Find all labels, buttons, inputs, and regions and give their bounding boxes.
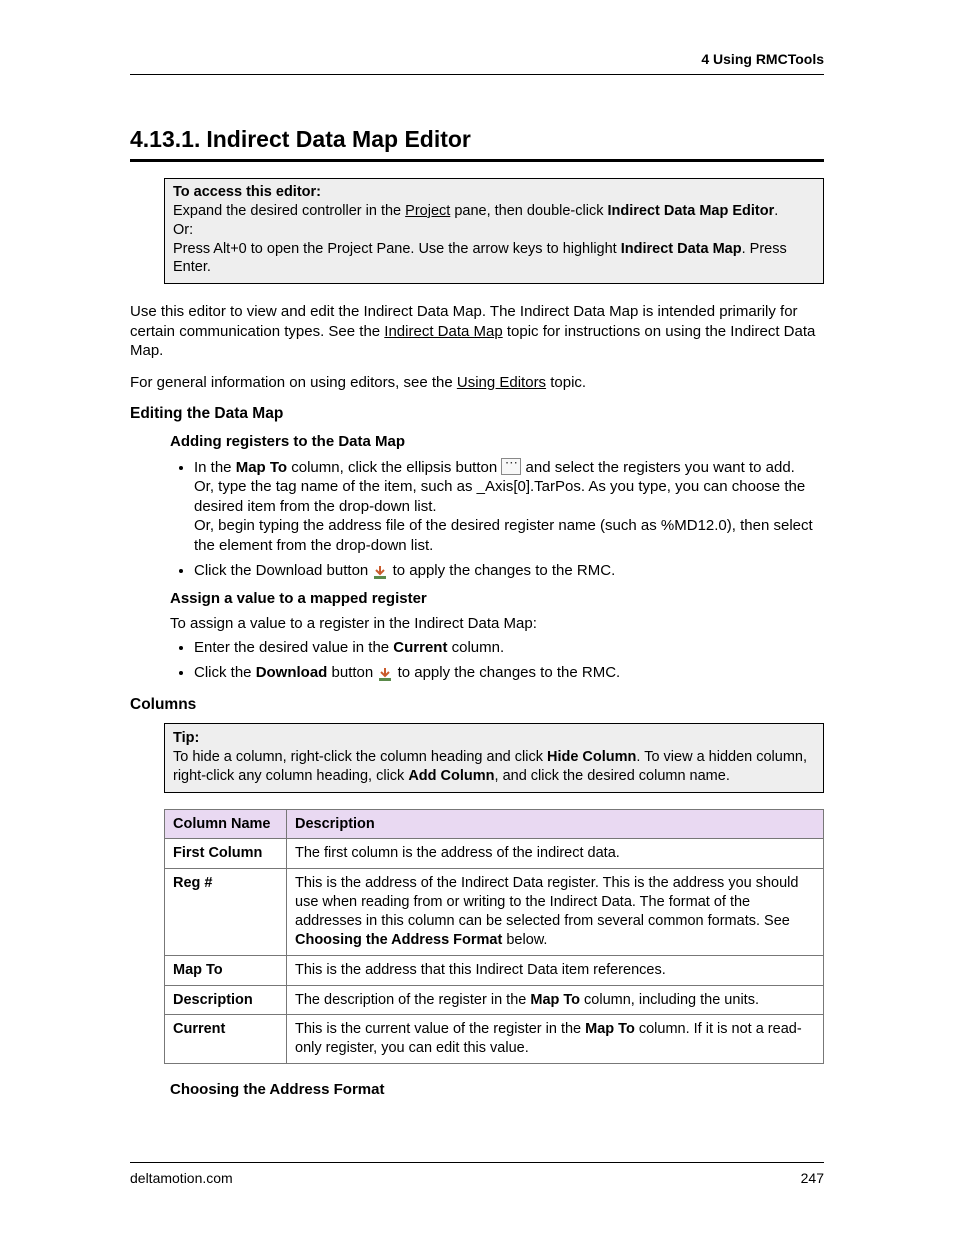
table-row: Map To This is the address that this Ind… bbox=[165, 955, 824, 985]
intro-p2-post: topic. bbox=[546, 374, 586, 391]
desc-bold: Choosing the Address Format bbox=[295, 932, 502, 948]
access-line1-mid: pane, then double-click bbox=[450, 203, 607, 219]
intro-para-2: For general information on using editors… bbox=[130, 373, 824, 393]
list-item: Click the Download button to apply the c… bbox=[194, 561, 824, 581]
desc-pre: This is the address of the Indirect Data… bbox=[295, 875, 798, 929]
desc-pre: The first column is the address of the i… bbox=[295, 845, 620, 861]
tip-1: To hide a column, right-click the column… bbox=[173, 749, 547, 765]
download-icon bbox=[377, 667, 393, 683]
col-desc: This is the address of the Indirect Data… bbox=[287, 869, 824, 955]
li1-pre: In the bbox=[194, 459, 236, 476]
col-name: Description bbox=[165, 985, 287, 1015]
th-description: Description bbox=[287, 809, 824, 839]
li2-pre: Click the Download button bbox=[194, 562, 372, 579]
table-row: Current This is the current value of the… bbox=[165, 1015, 824, 1064]
running-header: 4 Using RMCTools bbox=[130, 50, 824, 75]
tip-b2: Add Column bbox=[408, 768, 494, 784]
access-line1-bold: Indirect Data Map Editor bbox=[607, 203, 774, 219]
project-link[interactable]: Project bbox=[405, 203, 450, 219]
col-name: Reg # bbox=[165, 869, 287, 955]
li3-post: column. bbox=[447, 639, 504, 656]
access-line2-bold: Indirect Data Map bbox=[621, 241, 742, 257]
li4-bold: Download bbox=[256, 664, 328, 681]
li3-bold: Current bbox=[393, 639, 447, 656]
ellipsis-icon bbox=[501, 458, 521, 475]
li1-or1: Or, type the tag name of the item, such … bbox=[194, 478, 805, 515]
intro-p2-pre: For general information on using editors… bbox=[130, 374, 457, 391]
col-name: Map To bbox=[165, 955, 287, 985]
li4-pre: Click the bbox=[194, 664, 256, 681]
adding-registers-heading: Adding registers to the Data Map bbox=[170, 432, 824, 452]
download-icon bbox=[372, 565, 388, 581]
access-line1-pre: Expand the desired controller in the bbox=[173, 203, 405, 219]
access-line2-pre: Press Alt+0 to open the Project Pane. Us… bbox=[173, 241, 621, 257]
page-title: 4.13.1.Indirect Data Map Editor bbox=[130, 125, 824, 162]
li1-post: and select the registers you want to add… bbox=[521, 459, 795, 476]
choosing-address-format-heading: Choosing the Address Format bbox=[170, 1080, 824, 1100]
li1-bold: Map To bbox=[236, 459, 287, 476]
col-name: First Column bbox=[165, 839, 287, 869]
access-box: To access this editor: Expand the desire… bbox=[164, 178, 824, 284]
li3-pre: Enter the desired value in the bbox=[194, 639, 393, 656]
assign-intro: To assign a value to a register in the I… bbox=[170, 614, 824, 634]
title-number: 4.13.1. bbox=[130, 126, 200, 152]
desc-bold: Map To bbox=[585, 1021, 635, 1037]
desc-pre: The description of the register in the bbox=[295, 992, 530, 1008]
li2-post: to apply the changes to the RMC. bbox=[388, 562, 615, 579]
columns-table: Column Name Description First Column The… bbox=[164, 809, 824, 1064]
li4-mid: button bbox=[327, 664, 377, 681]
table-row: Reg # This is the address of the Indirec… bbox=[165, 869, 824, 955]
footer-site: deltamotion.com bbox=[130, 1169, 233, 1187]
th-column-name: Column Name bbox=[165, 809, 287, 839]
col-desc: The description of the register in the M… bbox=[287, 985, 824, 1015]
col-desc: This is the current value of the registe… bbox=[287, 1015, 824, 1064]
li1-or2: Or, begin typing the address file of the… bbox=[194, 517, 813, 554]
using-editors-link[interactable]: Using Editors bbox=[457, 374, 546, 391]
desc-post: below. bbox=[502, 932, 547, 948]
editing-heading: Editing the Data Map bbox=[130, 404, 824, 424]
columns-heading: Columns bbox=[130, 695, 824, 715]
assign-value-heading: Assign a value to a mapped register bbox=[170, 589, 824, 609]
col-name: Current bbox=[165, 1015, 287, 1064]
list-item: Enter the desired value in the Current c… bbox=[194, 638, 824, 658]
title-text: Indirect Data Map Editor bbox=[206, 126, 471, 152]
assign-value-list: Enter the desired value in the Current c… bbox=[170, 638, 824, 683]
list-item: Click the Download button to apply the c… bbox=[194, 663, 824, 683]
tip-b1: Hide Column bbox=[547, 749, 636, 765]
desc-pre: This is the current value of the registe… bbox=[295, 1021, 585, 1037]
li1-mid: column, click the ellipsis button bbox=[287, 459, 501, 476]
desc-post: column, including the units. bbox=[580, 992, 759, 1008]
desc-bold: Map To bbox=[530, 992, 580, 1008]
tip-3: , and click the desired column name. bbox=[495, 768, 730, 784]
indirect-data-map-link[interactable]: Indirect Data Map bbox=[384, 323, 502, 340]
desc-pre: This is the address that this Indirect D… bbox=[295, 962, 666, 978]
access-or: Or: bbox=[173, 222, 193, 238]
intro-para-1: Use this editor to view and edit the Ind… bbox=[130, 302, 824, 361]
table-row: First Column The first column is the add… bbox=[165, 839, 824, 869]
footer-page: 247 bbox=[801, 1169, 824, 1187]
li4-post: to apply the changes to the RMC. bbox=[393, 664, 620, 681]
col-desc: The first column is the address of the i… bbox=[287, 839, 824, 869]
access-label: To access this editor: bbox=[173, 184, 321, 200]
access-line1-post: . bbox=[774, 203, 778, 219]
chapter-label: 4 Using RMCTools bbox=[701, 51, 824, 67]
tip-box: Tip: To hide a column, right-click the c… bbox=[164, 723, 824, 793]
table-row: Description The description of the regis… bbox=[165, 985, 824, 1015]
col-desc: This is the address that this Indirect D… bbox=[287, 955, 824, 985]
tip-label: Tip: bbox=[173, 730, 199, 746]
adding-registers-list: In the Map To column, click the ellipsis… bbox=[170, 458, 824, 581]
page-footer: deltamotion.com 247 bbox=[130, 1162, 824, 1187]
list-item: In the Map To column, click the ellipsis… bbox=[194, 458, 824, 556]
